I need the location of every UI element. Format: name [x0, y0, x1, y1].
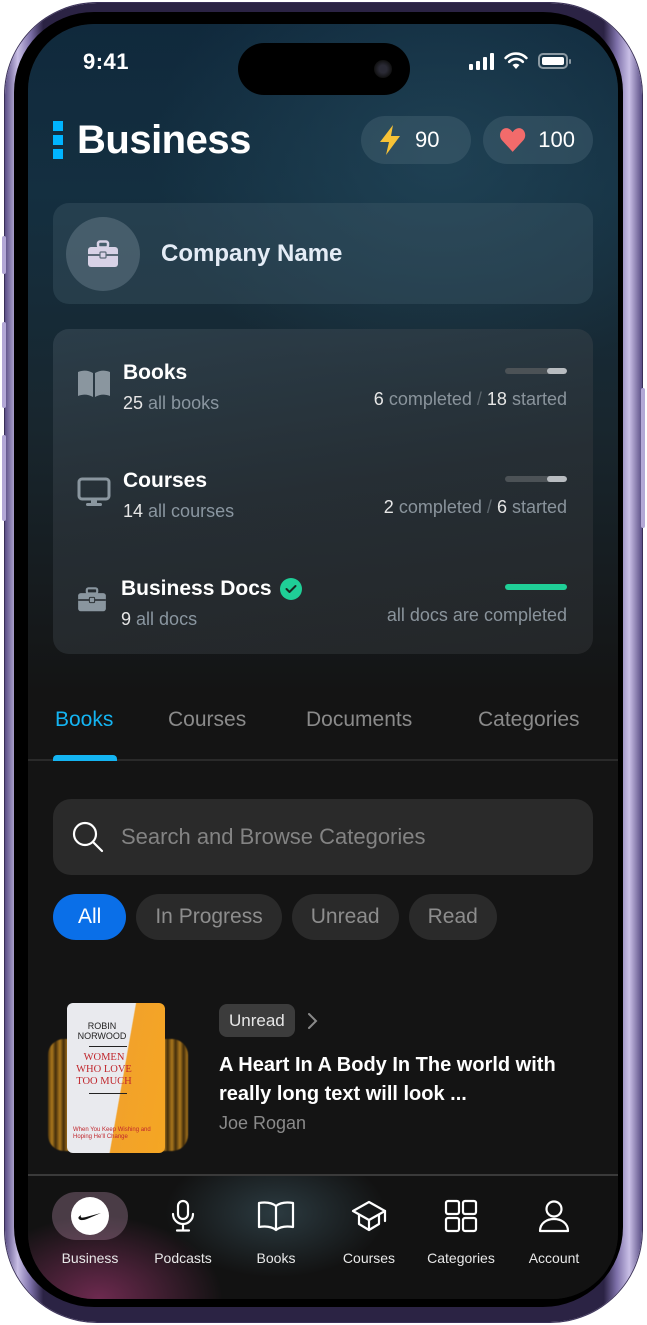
nav-label: Categories — [427, 1250, 495, 1266]
briefcase-icon — [78, 587, 106, 612]
stats-count: 25 all books — [123, 393, 220, 413]
user-icon — [538, 1200, 570, 1233]
page-title: Business — [77, 117, 251, 162]
book-icon — [78, 370, 110, 397]
volume-up-button — [2, 322, 6, 408]
active-nav-pill — [52, 1192, 128, 1240]
library-stats-card: Books 25 all books 6 completed / 18 star… — [53, 329, 593, 654]
cellular-signal-icon — [469, 52, 494, 70]
nav-item-podcasts[interactable]: Podcasts — [138, 1192, 228, 1266]
tab-books[interactable]: Books — [55, 708, 113, 732]
stats-title: Business Docs — [121, 577, 302, 601]
bottom-navigation: Business Podcasts Books Courses Categori… — [28, 1174, 618, 1299]
cover-title: WOMEN WHO LOVE TOO MUCH — [76, 1052, 132, 1087]
grid-icon — [444, 1199, 478, 1233]
book-cover[interactable]: ROBIN NORWOOD WOMEN WHO LOVE TOO MUCH Wh… — [43, 999, 193, 1155]
book-status-tag[interactable]: Unread — [219, 1004, 295, 1037]
status-bar: 9:41 — [28, 24, 618, 104]
content-tabs: Books Courses Documents Categories — [28, 704, 618, 761]
action-button — [2, 236, 6, 274]
status-time: 9:41 — [83, 49, 130, 74]
search-box[interactable] — [53, 799, 593, 875]
company-logo-icon — [71, 1197, 109, 1235]
filter-chip-all[interactable]: All — [53, 894, 127, 940]
progress-bar — [505, 368, 567, 374]
stats-row-books[interactable]: Books 25 all books 6 completed / 18 star… — [53, 349, 593, 419]
tab-documents[interactable]: Documents — [306, 708, 412, 732]
tab-categories[interactable]: Categories — [478, 708, 580, 732]
company-avatar — [66, 216, 140, 291]
graduation-cap-icon — [351, 1200, 387, 1232]
volume-down-button — [2, 435, 6, 521]
progress-bar — [505, 476, 567, 482]
book-author: Joe Rogan — [219, 1113, 307, 1133]
nav-item-books[interactable]: Books — [231, 1192, 321, 1266]
nav-label: Business — [61, 1250, 119, 1266]
nav-item-account[interactable]: Account — [509, 1192, 599, 1266]
company-card[interactable]: Company Name — [53, 203, 593, 304]
briefcase-icon — [88, 239, 118, 267]
book-cover-image: ROBIN NORWOOD WOMEN WHO LOVE TOO MUCH Wh… — [67, 1003, 165, 1153]
nav-item-courses[interactable]: Courses — [324, 1192, 414, 1266]
heart-icon — [500, 128, 526, 152]
stats-row-courses[interactable]: Courses 14 all courses 2 completed / 6 s… — [53, 457, 593, 527]
book-list-item[interactable]: ROBIN NORWOOD WOMEN WHO LOVE TOO MUCH Wh… — [43, 999, 603, 1179]
filter-chip-unread[interactable]: Unread — [291, 894, 399, 940]
tab-courses[interactable]: Courses — [168, 708, 246, 732]
nav-label: Podcasts — [154, 1250, 212, 1266]
stats-progress-text: 2 completed / 6 started — [383, 497, 567, 517]
cover-tagline: When You Keep Wishing and Hoping He'll C… — [73, 1127, 151, 1140]
stats-progress-text: 6 completed / 18 started — [373, 389, 567, 409]
filter-chip-in-progress[interactable]: In Progress — [136, 894, 282, 940]
filter-chip-read[interactable]: Read — [408, 894, 497, 940]
search-input[interactable] — [121, 824, 561, 850]
stats-count: 14 all courses — [123, 501, 235, 521]
nav-item-business[interactable]: Business — [45, 1192, 135, 1266]
microphone-icon — [171, 1199, 195, 1232]
nav-label: Books — [256, 1250, 296, 1266]
power-button — [641, 388, 645, 528]
cover-author: ROBIN NORWOOD — [77, 1021, 127, 1041]
filter-chips: All In Progress Unread Read — [53, 894, 497, 940]
status-icons — [469, 52, 571, 70]
progress-bar — [505, 584, 567, 590]
chevron-right-icon[interactable] — [307, 1012, 319, 1030]
verified-check-icon — [279, 578, 302, 600]
energy-value: 90 — [415, 127, 440, 152]
search-icon — [72, 821, 104, 853]
active-tab-indicator — [53, 755, 117, 761]
stats-row-business-docs[interactable]: Business Docs 9 all docs all docs are co… — [53, 565, 593, 635]
book-meta: Unread A Heart In A Body In The world wi… — [219, 1004, 603, 1134]
company-name: Company Name — [161, 239, 343, 267]
energy-counter[interactable]: 90 — [361, 116, 471, 164]
dynamic-island — [238, 43, 410, 95]
lightning-icon — [380, 125, 400, 155]
hearts-counter[interactable]: 100 — [483, 116, 593, 164]
stats-title: Courses — [123, 469, 208, 492]
page-header: Business 90 100 — [53, 114, 593, 166]
nav-label: Courses — [342, 1250, 396, 1266]
book-title[interactable]: A Heart In A Body In The world with real… — [219, 1051, 559, 1109]
hearts-value: 100 — [538, 127, 575, 152]
camera-icon — [374, 60, 392, 78]
open-book-icon — [257, 1201, 295, 1232]
monitor-icon — [77, 477, 111, 506]
wifi-icon — [504, 52, 528, 69]
nav-label: Account — [528, 1250, 580, 1266]
nav-item-categories[interactable]: Categories — [416, 1192, 506, 1266]
app-screen: 9:41 Business 90 100 Company Name Books … — [28, 24, 618, 1299]
header-stats: 90 100 — [361, 116, 593, 164]
brand-mark-icon — [53, 121, 63, 159]
stats-title: Books — [123, 361, 188, 384]
stats-status-text: all docs are completed — [386, 605, 567, 625]
stats-count: 9 all docs — [121, 609, 198, 629]
battery-icon — [538, 53, 571, 69]
